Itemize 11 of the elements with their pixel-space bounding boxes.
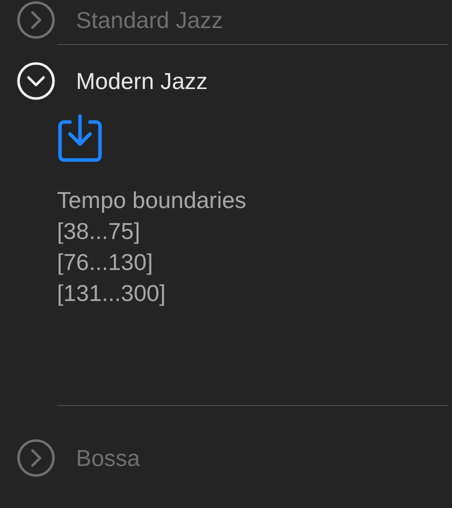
content-heading: Tempo boundaries (57, 186, 246, 215)
tempo-range: [76...130] (57, 248, 154, 277)
section-header[interactable]: Bossa (0, 438, 452, 478)
download-icon[interactable] (57, 113, 103, 163)
section-header[interactable]: Standard Jazz (0, 0, 452, 40)
tempo-range: [131...300] (57, 279, 167, 308)
section-title: Modern Jazz (76, 68, 208, 94)
section-header[interactable]: Modern Jazz (0, 61, 452, 101)
section-title: Bossa (76, 444, 140, 472)
section-title: Standard Jazz (76, 6, 224, 34)
tempo-range: [38...75] (57, 217, 142, 246)
